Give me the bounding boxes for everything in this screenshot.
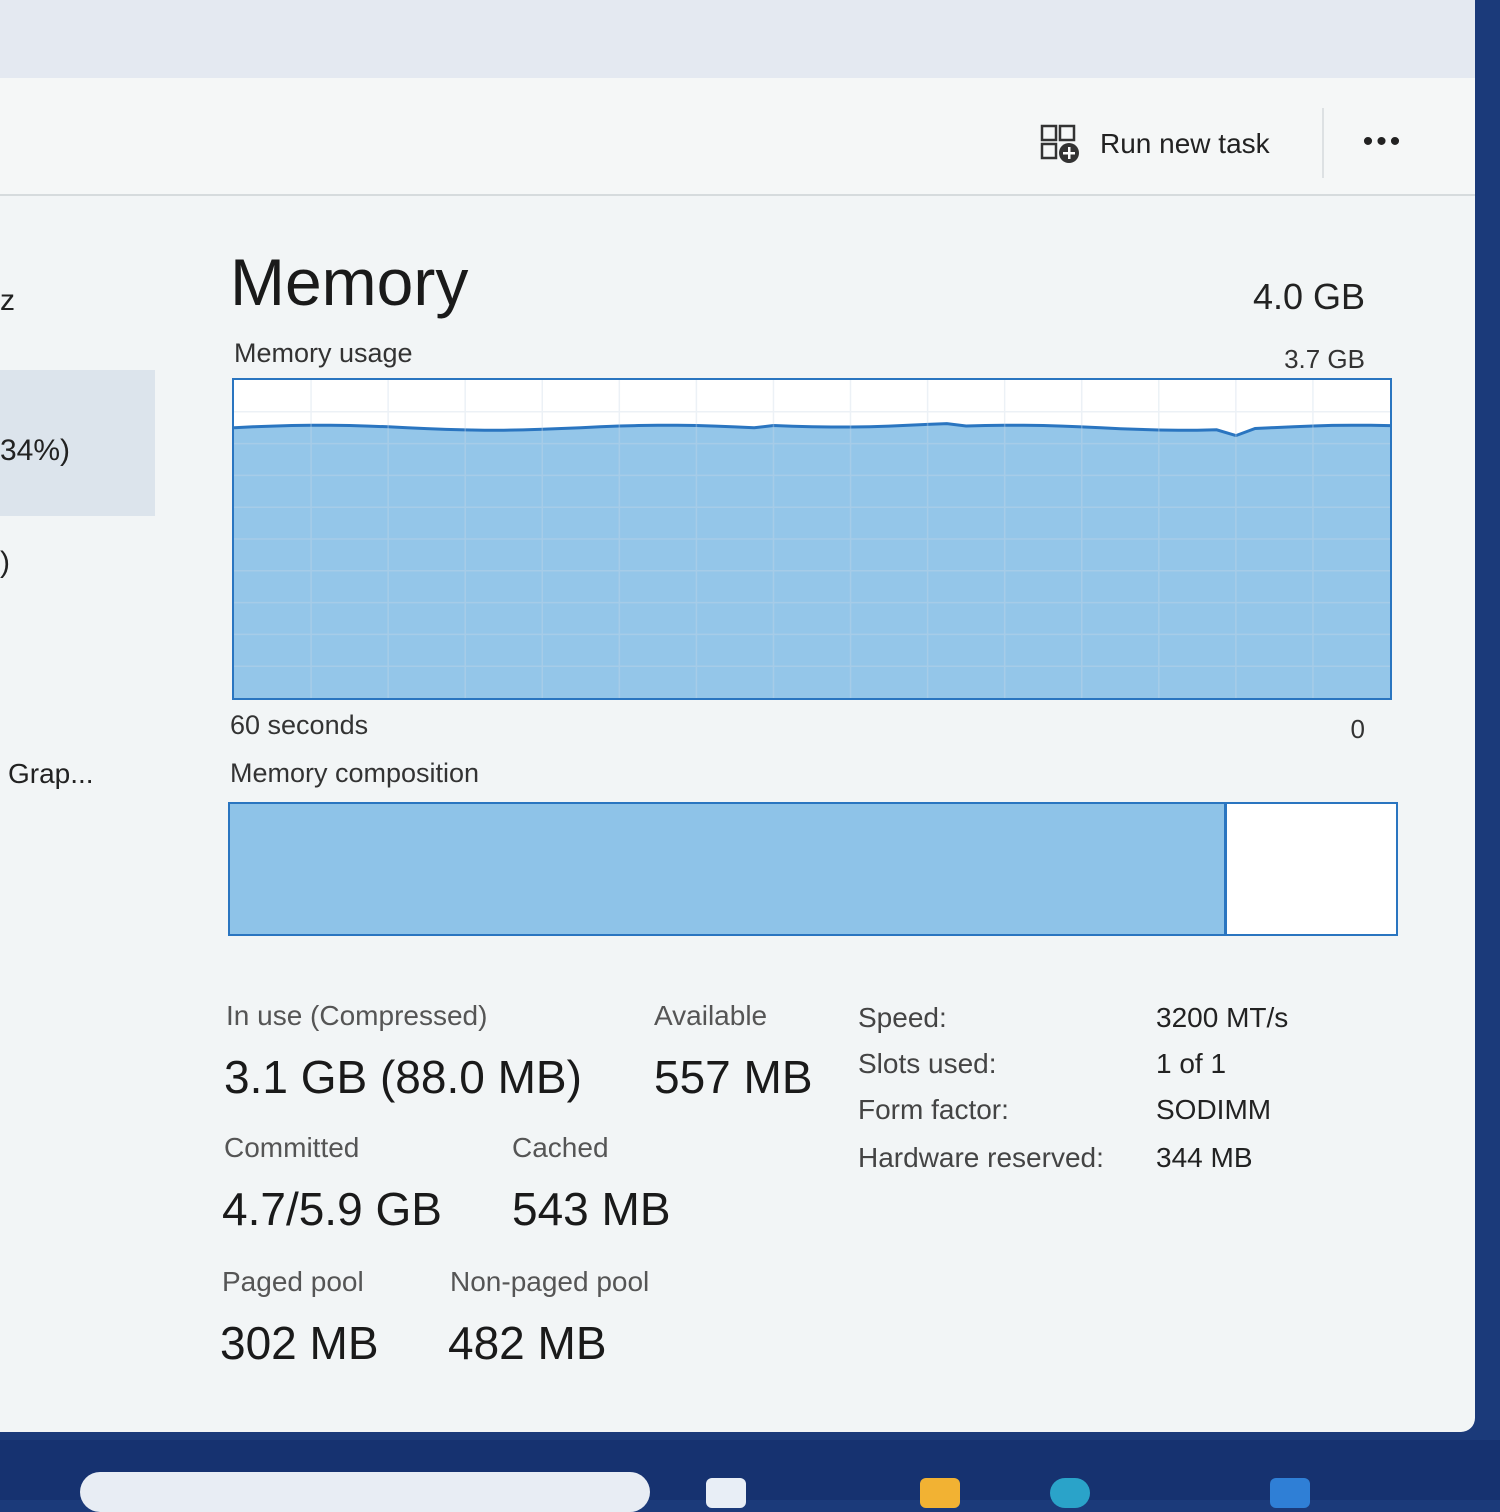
slots-used-value: 1 of 1 bbox=[1156, 1048, 1227, 1079]
start-icon[interactable] bbox=[706, 1478, 746, 1508]
form-factor-label: Form factor: bbox=[858, 1094, 1009, 1125]
memory-usage-area bbox=[234, 423, 1390, 698]
graph-time-label: 60 seconds bbox=[230, 710, 369, 740]
store-icon[interactable] bbox=[1270, 1478, 1310, 1508]
browser-icon[interactable] bbox=[1050, 1478, 1090, 1508]
speed-label: Speed: bbox=[858, 1002, 947, 1033]
title-bar bbox=[0, 0, 1475, 78]
more-options-button[interactable]: ••• bbox=[1355, 122, 1411, 162]
committed-label: Committed bbox=[224, 1132, 360, 1163]
memory-usage-plot bbox=[234, 380, 1390, 698]
available-value: 557 MB bbox=[654, 1051, 813, 1103]
task-manager-window: Run new task ••• z 34%) ) Grap... Memory… bbox=[0, 0, 1475, 1432]
paged-pool-value: 302 MB bbox=[220, 1317, 379, 1369]
non-paged-pool-label: Non-paged pool bbox=[450, 1266, 650, 1297]
total-memory: 4.0 GB bbox=[1252, 276, 1365, 317]
page-title: Memory bbox=[230, 245, 469, 319]
memory-composition-label: Memory composition bbox=[230, 758, 480, 788]
non-paged-pool-value: 482 MB bbox=[448, 1317, 607, 1369]
cached-label: Cached bbox=[512, 1132, 609, 1163]
file-explorer-icon[interactable] bbox=[920, 1478, 960, 1508]
form-factor-value: SODIMM bbox=[1156, 1094, 1272, 1125]
memory-composition-bar bbox=[228, 802, 1398, 936]
slots-used-label: Slots used: bbox=[858, 1048, 997, 1079]
hardware-reserved-value: 344 MB bbox=[1156, 1142, 1253, 1173]
toolbar-divider bbox=[1322, 108, 1324, 178]
run-new-task-button[interactable]: Run new task bbox=[1038, 118, 1270, 170]
run-task-icon bbox=[1040, 124, 1079, 163]
memory-usage-max: 3.7 GB bbox=[1284, 344, 1365, 374]
run-new-task-label: Run new task bbox=[1100, 128, 1270, 159]
sidebar-text-fragment: z bbox=[0, 284, 15, 317]
available-label: Available bbox=[654, 1000, 768, 1031]
memory-usage-graph bbox=[232, 378, 1392, 700]
sidebar-text-fragment: ) bbox=[0, 546, 10, 579]
sidebar: z 34%) ) Grap... bbox=[0, 196, 200, 1432]
in-use-label: In use (Compressed) bbox=[226, 1000, 488, 1031]
graph-end-label: 0 bbox=[1350, 714, 1365, 744]
paged-pool-label: Paged pool bbox=[222, 1266, 364, 1297]
memory-usage-label: Memory usage bbox=[234, 338, 413, 368]
hardware-reserved-label: Hardware reserved: bbox=[858, 1142, 1104, 1173]
speed-value: 3200 MT/s bbox=[1156, 1002, 1289, 1033]
composition-in-use-segment bbox=[230, 804, 1227, 934]
taskbar-search-box[interactable] bbox=[80, 1472, 650, 1512]
sidebar-item-gpu-label[interactable]: Grap... bbox=[8, 758, 94, 790]
sidebar-item-memory-percent: 34%) bbox=[0, 434, 71, 467]
in-use-value: 3.1 GB (88.0 MB) bbox=[224, 1051, 582, 1103]
committed-value: 4.7/5.9 GB bbox=[222, 1183, 442, 1235]
cached-value: 543 MB bbox=[512, 1183, 671, 1235]
